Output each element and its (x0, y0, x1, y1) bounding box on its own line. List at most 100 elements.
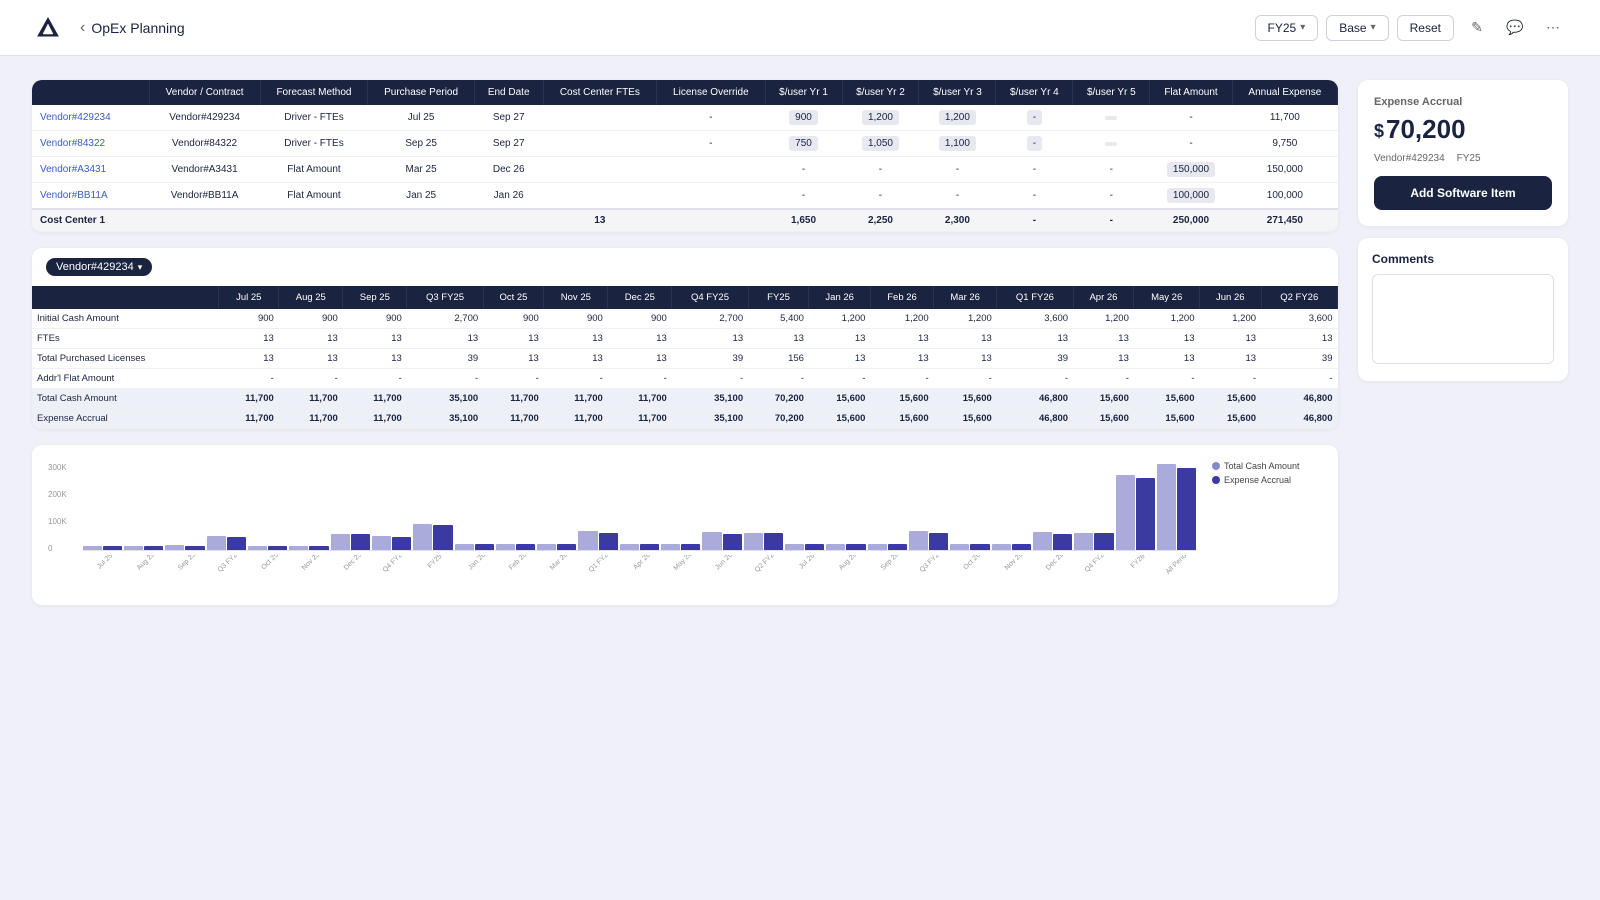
vendor-tag[interactable]: Vendor#429234 ▾ (46, 258, 152, 276)
comment-icon[interactable]: 💬 (1500, 13, 1530, 43)
base-chevron-icon: ▾ (1371, 22, 1376, 33)
chart-x-label: May 26 (667, 555, 713, 585)
fy-dropdown[interactable]: FY25 ▾ (1255, 15, 1319, 41)
base-dropdown[interactable]: Base ▾ (1326, 15, 1388, 41)
detail-row-cell: - (809, 369, 871, 389)
detail-row-cell: - (1134, 369, 1200, 389)
chart-x-label: Jul 26 (791, 555, 837, 585)
row-ftes (543, 157, 657, 183)
detail-row-cell: 1,200 (809, 309, 871, 329)
row-yr5[interactable] (1073, 131, 1150, 157)
detail-row-cell: 15,600 (809, 409, 871, 429)
detail-row-cell: 11,700 (279, 389, 343, 409)
expense-amount: $70,200 (1374, 114, 1552, 145)
detail-row-cell: 11,700 (343, 389, 407, 409)
col-header-row-label (32, 80, 149, 105)
row-name[interactable]: Vendor#A3431 (32, 157, 149, 183)
bar-accrual (1053, 534, 1072, 550)
chart-bar-group (331, 534, 370, 550)
col-method: Forecast Method (260, 80, 368, 105)
chart-bar-group (413, 524, 452, 550)
subtotal-period (368, 209, 474, 232)
bar-total (537, 544, 556, 550)
edit-icon[interactable]: ✎ (1462, 13, 1492, 43)
chart-bar-group (124, 546, 163, 550)
chart-x-label: Mar 26 (543, 555, 589, 585)
bar-total (661, 544, 680, 550)
row-method: Flat Amount (260, 157, 368, 183)
detail-row-cell: 13 (934, 329, 997, 349)
detail-row-cell: 35,100 (407, 389, 483, 409)
chart-y-100k: 100K (48, 517, 67, 526)
detail-row-cell: 11,700 (343, 409, 407, 429)
row-yr2[interactable]: 1,050 (842, 131, 919, 157)
chart-x-label: Nov 26 (997, 555, 1043, 585)
chart-bar-group (620, 544, 659, 550)
row-yr4[interactable]: - (996, 105, 1073, 131)
more-icon[interactable]: ⋯ (1538, 13, 1568, 43)
bar-accrual (185, 546, 204, 550)
reset-button[interactable]: Reset (1397, 15, 1454, 41)
subtotal-end (474, 209, 543, 232)
row-flat[interactable]: 100,000 (1150, 183, 1232, 210)
row-flat: - (1150, 105, 1232, 131)
page-title: OpEx Planning (91, 20, 184, 36)
row-name[interactable]: Vendor#BB11A (32, 183, 149, 210)
row-period: Mar 25 (368, 157, 474, 183)
detail-row-cell: 13 (1199, 349, 1261, 369)
row-annual: 9,750 (1232, 131, 1337, 157)
detail-row-cell: - (544, 369, 608, 389)
legend-total-dot (1212, 462, 1220, 470)
table-row: Vendor#A3431 Vendor#A3431 Flat Amount Ma… (32, 157, 1338, 183)
row-yr4[interactable]: - (996, 131, 1073, 157)
legend-accrual-dot (1212, 476, 1220, 484)
bar-total (1157, 464, 1176, 550)
row-name[interactable]: Vendor#84322 (32, 131, 149, 157)
comments-title: Comments (1372, 252, 1554, 266)
row-yr2[interactable]: 1,200 (842, 105, 919, 131)
row-override: - (657, 131, 765, 157)
row-annual: 150,000 (1232, 157, 1337, 183)
detail-col-jun26: Jun 26 (1199, 286, 1261, 309)
bar-accrual (640, 544, 659, 550)
bar-total (785, 544, 804, 550)
expense-title: Expense Accrual (1374, 96, 1552, 108)
detail-col-oct25: Oct 25 (483, 286, 544, 309)
row-yr3[interactable]: 1,100 (919, 131, 996, 157)
back-button[interactable]: ‹ (80, 19, 85, 37)
row-flat[interactable]: 150,000 (1150, 157, 1232, 183)
chart-x-label: Sep 25 (171, 555, 217, 585)
legend-accrual-label: Expense Accrual (1224, 475, 1291, 485)
row-yr3[interactable]: 1,200 (919, 105, 996, 131)
row-vendor: Vendor#A3431 (149, 157, 260, 183)
row-period: Jul 25 (368, 105, 474, 131)
row-name[interactable]: Vendor#429234 (32, 105, 149, 131)
breadcrumb: ‹ OpEx Planning (80, 19, 185, 37)
col-vendor: Vendor / Contract (149, 80, 260, 105)
comments-textarea[interactable] (1372, 274, 1554, 364)
chart-bar-group (1033, 532, 1072, 550)
detail-row-cell: 13 (343, 329, 407, 349)
detail-row-cell: 11,700 (219, 409, 279, 429)
detail-row-cell: 13 (343, 349, 407, 369)
chart-bar-group (785, 544, 824, 550)
top-table-card: Vendor / Contract Forecast Method Purcha… (32, 80, 1338, 232)
detail-col-feb26: Feb 26 (870, 286, 933, 309)
detail-row-cell: 39 (672, 349, 748, 369)
bar-total (702, 532, 721, 550)
detail-row-cell: 13 (219, 349, 279, 369)
row-vendor: Vendor#84322 (149, 131, 260, 157)
detail-row-cell: - (934, 369, 997, 389)
row-yr1[interactable]: 900 (765, 105, 842, 131)
bar-accrual (846, 544, 865, 550)
detail-row-cell: 15,600 (1073, 389, 1134, 409)
row-yr5[interactable] (1073, 105, 1150, 131)
detail-col-jan26: Jan 26 (809, 286, 871, 309)
detail-row-cell: - (997, 369, 1073, 389)
add-software-button[interactable]: Add Software Item (1374, 176, 1552, 210)
row-yr1[interactable]: 750 (765, 131, 842, 157)
bar-accrual (516, 544, 535, 550)
row-ftes (543, 105, 657, 131)
row-method: Flat Amount (260, 183, 368, 210)
bar-total (248, 546, 267, 550)
